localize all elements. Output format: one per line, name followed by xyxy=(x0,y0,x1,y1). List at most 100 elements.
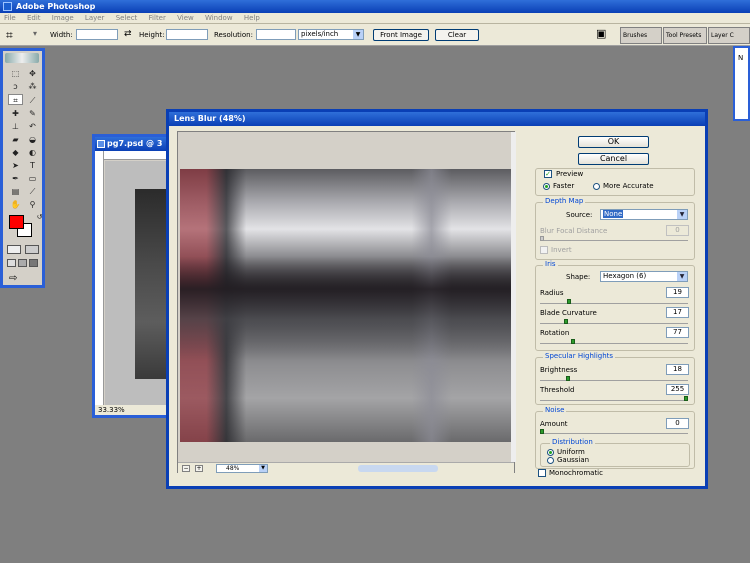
resolution-input[interactable] xyxy=(256,29,296,40)
monochromatic-checkbox[interactable] xyxy=(538,469,546,477)
radius-slider[interactable] xyxy=(540,299,688,304)
radius-input[interactable]: 19 xyxy=(666,287,689,298)
crop-tool-icon[interactable]: ⌗ xyxy=(6,28,13,43)
hand-tool-icon[interactable]: ✋ xyxy=(8,199,23,210)
rotation-input[interactable]: 77 xyxy=(666,327,689,338)
rotation-slider-knob[interactable] xyxy=(571,339,575,344)
menu-image[interactable]: Image xyxy=(52,14,74,22)
amount-slider[interactable] xyxy=(540,429,688,434)
menu-view[interactable]: View xyxy=(177,14,194,22)
more-accurate-label: More Accurate xyxy=(603,182,654,190)
ok-button[interactable]: OK xyxy=(578,136,649,148)
shape-select[interactable]: Hexagon (6) ▼ xyxy=(600,271,688,282)
amount-input[interactable]: 0 xyxy=(666,418,689,429)
dialog-title-bar[interactable]: Lens Blur (48%) xyxy=(169,112,705,126)
zoom-select[interactable]: 48% ▼ xyxy=(216,464,268,473)
blur-tool-icon[interactable]: ◆ xyxy=(8,147,23,158)
options-separator: ▾ xyxy=(33,29,38,38)
zoom-out-button[interactable]: − xyxy=(182,465,190,472)
brush-tool-icon[interactable]: ✎ xyxy=(25,108,40,119)
menu-edit[interactable]: Edit xyxy=(27,14,41,22)
invert-checkbox[interactable] xyxy=(540,246,548,254)
height-input[interactable] xyxy=(166,29,208,40)
swap-colors-icon[interactable]: ↺ xyxy=(32,212,47,223)
blade-curvature-input[interactable]: 17 xyxy=(666,307,689,318)
gaussian-radio[interactable] xyxy=(547,457,554,464)
radius-slider-knob[interactable] xyxy=(567,299,571,304)
menu-layer[interactable]: Layer xyxy=(85,14,105,22)
crop-tool-icon[interactable]: ⌗ xyxy=(8,94,23,105)
threshold-label: Threshold xyxy=(540,386,575,394)
blur-focal-distance-input[interactable]: 0 xyxy=(666,225,689,236)
pen-tool-icon[interactable]: ✒ xyxy=(8,173,23,184)
slice-tool-icon[interactable]: ⟋ xyxy=(25,95,40,106)
stamp-tool-icon[interactable]: ⊥ xyxy=(8,121,23,132)
amount-slider-knob[interactable] xyxy=(540,429,544,434)
preview-group: ✓ Preview Faster More Accurate xyxy=(535,168,695,196)
uniform-radio[interactable] xyxy=(547,449,554,456)
width-input[interactable] xyxy=(76,29,118,40)
threshold-slider[interactable] xyxy=(540,396,688,401)
path-select-icon[interactable]: ➤ xyxy=(8,160,23,171)
source-select[interactable]: None ▼ xyxy=(600,209,688,220)
notes-tool-icon[interactable]: ▤ xyxy=(8,186,23,197)
quick-mask-icon[interactable] xyxy=(25,245,39,254)
units-select[interactable]: pixels/inch ▼ xyxy=(298,29,364,40)
more-accurate-radio[interactable] xyxy=(593,183,600,190)
dodge-tool-icon[interactable]: ◐ xyxy=(25,147,40,158)
horizontal-ruler xyxy=(104,151,167,160)
eraser-tool-icon[interactable]: ▰ xyxy=(8,134,23,145)
menu-help[interactable]: Help xyxy=(244,14,260,22)
marquee-tool-icon[interactable]: ⬚ xyxy=(8,68,23,79)
jump-to-imageready-icon[interactable]: ⇨ xyxy=(9,273,17,284)
screen-mode-standard-icon[interactable] xyxy=(7,259,16,267)
screen-mode-full-icon[interactable] xyxy=(29,259,38,267)
blur-focal-slider-knob[interactable] xyxy=(540,236,544,241)
palette-tab-layer-comps[interactable]: Layer C xyxy=(708,27,750,44)
lasso-tool-icon[interactable]: ↄ xyxy=(8,81,23,92)
menu-file[interactable]: File xyxy=(4,14,16,22)
blurred-preview-image[interactable] xyxy=(180,169,511,442)
photoshop-logo-icon xyxy=(3,2,12,11)
toolbox-feather-icon xyxy=(5,53,39,63)
screen-mode-full-menu-icon[interactable] xyxy=(18,259,27,267)
eyedropper-icon[interactable]: ⟋ xyxy=(25,186,40,197)
move-tool-icon[interactable]: ✥ xyxy=(25,68,40,79)
type-tool-icon[interactable]: T xyxy=(25,160,40,171)
standard-mode-icon[interactable] xyxy=(7,245,21,254)
zoom-tool-icon[interactable]: ⚲ xyxy=(25,199,40,210)
palette-tab-tool-presets[interactable]: Tool Presets xyxy=(663,27,707,44)
threshold-slider-knob[interactable] xyxy=(684,396,688,401)
history-brush-icon[interactable]: ↶ xyxy=(25,121,40,132)
preview-vertical-scrollbar[interactable] xyxy=(511,132,516,462)
magic-wand-icon[interactable]: ⁂ xyxy=(25,81,40,92)
threshold-input[interactable]: 255 xyxy=(666,384,689,395)
shape-tool-icon[interactable]: ▭ xyxy=(25,173,40,184)
preview-horizontal-scrollbar[interactable] xyxy=(358,465,438,472)
front-image-button[interactable]: Front Image xyxy=(373,29,429,41)
swap-icon[interactable]: ⇄ xyxy=(124,29,132,39)
healing-brush-icon[interactable]: ✚ xyxy=(8,108,23,119)
menu-window[interactable]: Window xyxy=(205,14,233,22)
height-label: Height: xyxy=(139,31,165,39)
blade-curvature-slider-knob[interactable] xyxy=(564,319,568,324)
document-title-bar[interactable]: pg7.psd @ 3 xyxy=(95,137,167,151)
cancel-button[interactable]: Cancel xyxy=(578,153,649,165)
menu-select[interactable]: Select xyxy=(116,14,138,22)
brightness-slider[interactable] xyxy=(540,376,688,381)
menu-filter[interactable]: Filter xyxy=(149,14,166,22)
rotation-slider[interactable] xyxy=(540,339,688,344)
fill-tool-icon[interactable]: ◒ xyxy=(25,134,40,145)
zoom-in-button[interactable]: + xyxy=(195,465,203,472)
brightness-input[interactable]: 18 xyxy=(666,364,689,375)
blur-focal-distance-slider[interactable] xyxy=(540,236,688,241)
palette-tab-brushes[interactable]: Brushes xyxy=(620,27,662,44)
blade-curvature-slider[interactable] xyxy=(540,319,688,324)
amount-label: Amount xyxy=(540,420,568,428)
preview-checkbox[interactable]: ✓ xyxy=(544,170,552,178)
faster-radio[interactable] xyxy=(543,183,550,190)
file-browser-icon[interactable]: ▣ xyxy=(596,27,606,40)
clear-button[interactable]: Clear xyxy=(435,29,479,41)
brightness-slider-knob[interactable] xyxy=(566,376,570,381)
document-canvas[interactable] xyxy=(105,161,169,405)
